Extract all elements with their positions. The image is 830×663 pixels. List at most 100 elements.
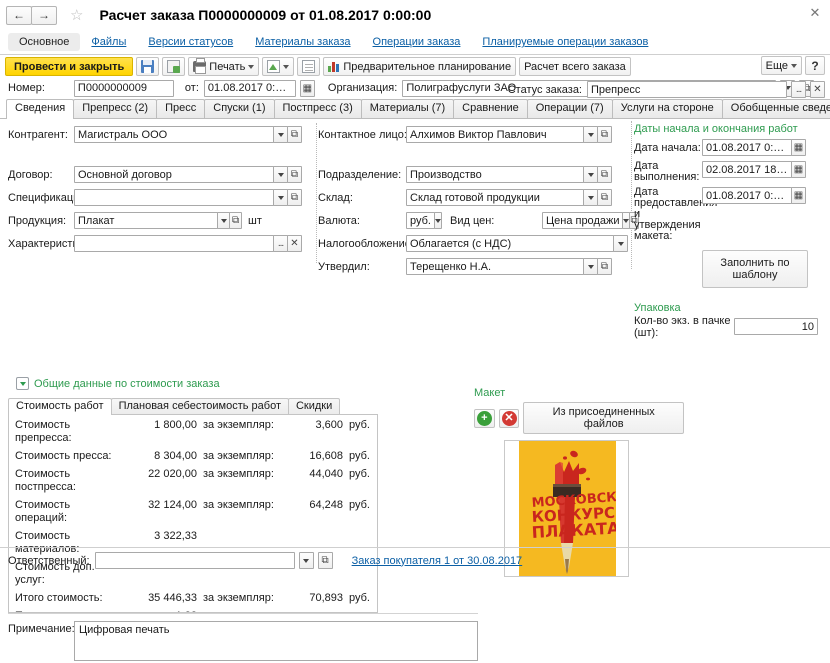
navigation-links: Основное Файлы Версии статусов Материалы… [0, 30, 830, 54]
maket-remove-button[interactable]: ✕ [498, 408, 520, 428]
contract-open-button[interactable]: ⧉ [287, 166, 302, 183]
customer-order-link[interactable]: Заказ покупателя 1 от 30.08.2017 [352, 555, 523, 567]
approved-by-open-button[interactable]: ⧉ [597, 258, 612, 275]
add-circle-icon: + [476, 410, 492, 426]
product-open-button[interactable]: ⧉ [229, 212, 242, 229]
cost-section-header: Общие данные по стоимости заказа [16, 377, 220, 390]
cost-panel: Стоимость работ Плановая себестоимость р… [8, 397, 378, 613]
specification-open-button[interactable]: ⧉ [287, 189, 302, 206]
tab-operations[interactable]: Операции (7) [526, 99, 613, 118]
more-button[interactable]: Еще [760, 56, 802, 75]
post-and-close-button[interactable]: Провести и закрыть [5, 57, 134, 76]
pack-qty-input[interactable]: 10 [734, 318, 818, 335]
help-button[interactable]: ? [805, 56, 825, 75]
tab-svedeniya[interactable]: Сведения [6, 99, 75, 119]
tab-prepress[interactable]: Препресс (2) [73, 99, 158, 118]
copy-document-button[interactable] [162, 57, 186, 76]
responsible-open-button[interactable]: ⧉ [317, 552, 333, 569]
order-status-select-button[interactable]: ... [791, 81, 806, 98]
nav-item-osnovnoe[interactable]: Основное [8, 33, 81, 51]
back-button[interactable]: ← [6, 5, 32, 25]
taxation-input[interactable]: Облагается (с НДС) [406, 235, 614, 252]
send-document-button[interactable] [262, 57, 295, 76]
open-icon: ⧉ [600, 261, 609, 272]
currency-dropdown-button[interactable] [433, 212, 442, 229]
execution-date-row: Дата выполнения: 02.08.2017 18:00:00 ▦ [634, 161, 824, 183]
from-attached-files-button[interactable]: Из присоединенных файлов [523, 402, 684, 434]
open-icon: ⧉ [600, 129, 609, 140]
order-status-clear-button[interactable]: ✕ [810, 81, 825, 98]
warehouse-dropdown-button[interactable] [583, 189, 598, 206]
product-input[interactable]: Плакат [74, 212, 219, 229]
currency-input[interactable]: руб. [406, 212, 435, 229]
table-row: Стоимость операций: 32 124,00 за экземпл… [15, 499, 370, 524]
responsible-dropdown-button[interactable] [298, 552, 314, 569]
subtab-discounts[interactable]: Скидки [287, 398, 341, 414]
tab-spuski[interactable]: Спуски (1) [204, 99, 275, 118]
counterparty-dropdown-button[interactable] [273, 126, 288, 143]
nav-item-status-versions[interactable]: Версии статусов [137, 33, 244, 51]
contact-person-dropdown-button[interactable] [583, 126, 598, 143]
close-icon[interactable]: ✕ [808, 6, 822, 20]
warehouse-input[interactable]: Склад готовой продукции [406, 189, 584, 206]
warehouse-open-button[interactable]: ⧉ [597, 189, 612, 206]
order-status-input[interactable]: Препресс [587, 81, 787, 98]
specification-label: Спецификация: [8, 191, 89, 204]
tab-comparison[interactable]: Сравнение [453, 99, 528, 118]
division-dropdown-button[interactable] [583, 166, 598, 183]
tab-press[interactable]: Пресс [156, 99, 206, 118]
report-button[interactable] [297, 57, 321, 76]
nav-item-order-materials[interactable]: Материалы заказа [244, 33, 361, 51]
nav-item-planned-operations[interactable]: Планируемые операции заказов [471, 33, 659, 51]
division-input[interactable]: Производство [406, 166, 584, 183]
note-textarea[interactable]: Цифровая печать [74, 621, 478, 661]
chevron-down-icon [277, 132, 284, 137]
maket-add-button[interactable]: + [474, 408, 495, 428]
taxation-dropdown-button[interactable] [613, 235, 628, 252]
approved-by-dropdown-button[interactable] [583, 258, 598, 275]
fill-from-template-button[interactable]: Заполнить по шаблону [702, 250, 808, 288]
favorite-star-icon[interactable]: ☆ [70, 8, 83, 23]
characteristic-input[interactable] [74, 235, 274, 252]
layout-date-row: Дата предоставления и утверждения макета… [634, 187, 824, 242]
tab-summary-info[interactable]: Обобщенные сведения [721, 99, 830, 118]
tab-outside-services[interactable]: Услуги на стороне [611, 99, 723, 118]
nav-item-files[interactable]: Файлы [80, 33, 137, 51]
preplanning-button[interactable]: Предварительное планирование [323, 57, 517, 76]
nav-item-order-operations[interactable]: Операции заказа [362, 33, 472, 51]
layout-date-input[interactable]: 01.08.2017 0:00:00 [702, 187, 792, 204]
approved-by-input[interactable]: Терещенко Н.А. [406, 258, 584, 275]
division-open-button[interactable]: ⧉ [597, 166, 612, 183]
cost-section-expander[interactable] [16, 377, 29, 390]
counterparty-input[interactable]: Магистраль ООО [74, 126, 274, 143]
contact-person-open-button[interactable]: ⧉ [597, 126, 612, 143]
specification-input[interactable] [74, 189, 274, 206]
price-type-input[interactable]: Цена продажи [541, 212, 624, 229]
tab-materials[interactable]: Материалы (7) [360, 99, 455, 118]
subtab-work-cost[interactable]: Стоимость работ [8, 398, 112, 415]
contact-person-input[interactable]: Алхимов Виктор Павлович [406, 126, 584, 143]
counterparty-open-button[interactable]: ⧉ [287, 126, 302, 143]
contract-input[interactable]: Основной договор [74, 166, 274, 183]
execution-date-input[interactable]: 02.08.2017 18:00:00 [702, 161, 792, 178]
subtab-planned-cost[interactable]: Плановая себестоимость работ [110, 398, 289, 414]
contract-dropdown-button[interactable] [273, 166, 288, 183]
start-date-calendar-button[interactable]: ▦ [791, 139, 806, 156]
layout-date-calendar-button[interactable]: ▦ [791, 187, 806, 204]
characteristic-select-button[interactable]: ... [273, 235, 288, 252]
characteristic-row: Характеристика: ... ✕ [8, 234, 314, 253]
cost-subtabs: Стоимость работ Плановая себестоимость р… [8, 397, 378, 415]
chevron-down-icon [434, 218, 441, 223]
execution-date-calendar-button[interactable]: ▦ [791, 161, 806, 178]
start-date-input[interactable]: 01.08.2017 0:00:00 [702, 139, 792, 156]
specification-dropdown-button[interactable] [273, 189, 288, 206]
forward-button[interactable]: → [31, 5, 57, 25]
characteristic-clear-button[interactable]: ✕ [287, 235, 302, 252]
full-order-calc-button[interactable]: Расчет всего заказа [519, 57, 631, 76]
tab-postpress[interactable]: Постпресс (3) [273, 99, 362, 118]
print-button[interactable]: Печать [188, 57, 260, 76]
price-type-label: Вид цен: [449, 214, 495, 227]
save-button[interactable] [136, 57, 160, 76]
division-row: Подразделение: Производство ⧉ [318, 165, 630, 184]
responsible-input[interactable] [94, 552, 295, 569]
